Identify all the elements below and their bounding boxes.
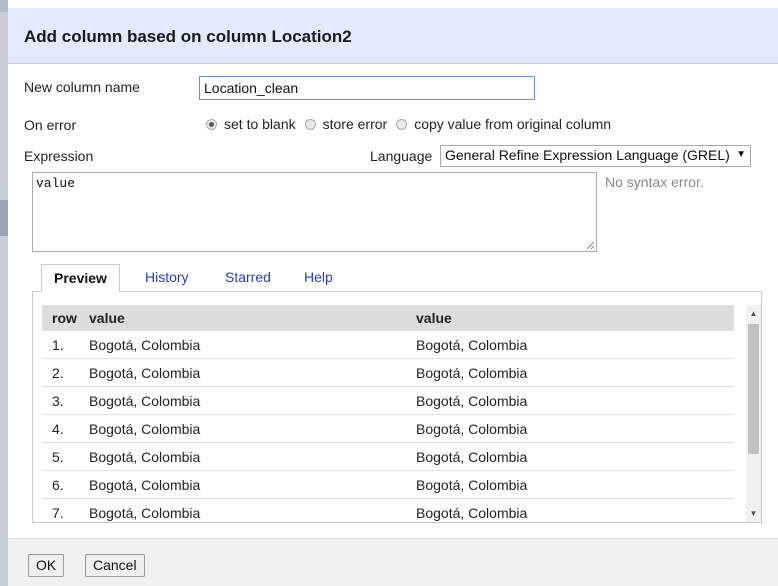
row-number: 4. bbox=[52, 421, 64, 437]
table-row: 5. Bogotá, Colombia Bogotá, Colombia bbox=[42, 443, 734, 471]
new-column-name-label: New column name bbox=[24, 79, 140, 95]
table-row: 6. Bogotá, Colombia Bogotá, Colombia bbox=[42, 471, 734, 499]
add-column-dialog: Add column based on column Location2 New… bbox=[8, 8, 778, 586]
row-number: 3. bbox=[52, 393, 64, 409]
on-error-copy-value-radio[interactable] bbox=[396, 118, 408, 130]
expression-tabs: Preview History Starred Help bbox=[32, 264, 762, 292]
column-header-value: value bbox=[89, 310, 125, 326]
column-header-row: row bbox=[52, 310, 77, 326]
scroll-down-icon[interactable]: ▼ bbox=[746, 505, 761, 522]
ok-button[interactable]: OK bbox=[28, 554, 65, 577]
tab-help[interactable]: Help bbox=[304, 264, 333, 292]
preview-table: row value value 1. Bogotá, Colombia Bogo… bbox=[42, 305, 734, 522]
on-error-radio-group: set to blank store error copy value from… bbox=[206, 116, 620, 132]
on-error-set-blank-radio[interactable] bbox=[206, 118, 217, 130]
original-value-cell: Bogotá, Colombia bbox=[89, 393, 201, 409]
row-number: 1. bbox=[52, 337, 64, 353]
column-header-new-value: value bbox=[416, 310, 452, 326]
original-value-cell: Bogotá, Colombia bbox=[89, 365, 201, 381]
original-value-cell: Bogotá, Colombia bbox=[89, 505, 201, 521]
table-row: 1. Bogotá, Colombia Bogotá, Colombia bbox=[42, 331, 734, 359]
background-window-edge bbox=[0, 0, 8, 586]
original-value-cell: Bogotá, Colombia bbox=[89, 449, 201, 465]
resize-grip-icon[interactable] bbox=[585, 240, 595, 250]
original-value-cell: Bogotá, Colombia bbox=[89, 337, 201, 353]
background-edge-mark bbox=[0, 200, 8, 236]
dialog-header[interactable]: Add column based on column Location2 bbox=[8, 8, 778, 64]
on-error-store-error-label[interactable]: store error bbox=[323, 116, 388, 132]
table-row: 7. Bogotá, Colombia Bogotá, Colombia bbox=[42, 499, 734, 522]
tab-preview[interactable]: Preview bbox=[41, 264, 120, 292]
tab-starred[interactable]: Starred bbox=[225, 264, 271, 292]
language-select[interactable]: General Refine Expression Language (GREL… bbox=[440, 145, 751, 167]
result-value-cell: Bogotá, Colombia bbox=[416, 449, 528, 465]
table-row: 2. Bogotá, Colombia Bogotá, Colombia bbox=[42, 359, 734, 387]
expression-label: Expression bbox=[24, 148, 94, 164]
language-select-value: General Refine Expression Language (GREL… bbox=[445, 147, 730, 163]
row-number: 5. bbox=[52, 449, 64, 465]
result-value-cell: Bogotá, Colombia bbox=[416, 365, 528, 381]
new-column-name-input[interactable] bbox=[199, 76, 535, 100]
preview-table-header: row value value bbox=[42, 305, 734, 331]
cancel-button[interactable]: Cancel bbox=[85, 554, 145, 577]
preview-panel: row value value 1. Bogotá, Colombia Bogo… bbox=[32, 291, 762, 523]
language-label: Language bbox=[370, 148, 433, 164]
result-value-cell: Bogotá, Colombia bbox=[416, 477, 528, 493]
result-value-cell: Bogotá, Colombia bbox=[416, 393, 528, 409]
result-value-cell: Bogotá, Colombia bbox=[416, 421, 528, 437]
row-number: 2. bbox=[52, 365, 64, 381]
table-row: 3. Bogotá, Colombia Bogotá, Colombia bbox=[42, 387, 734, 415]
dialog-footer: OK Cancel bbox=[8, 538, 778, 586]
syntax-status-text: No syntax error. bbox=[605, 174, 704, 190]
on-error-copy-value-label[interactable]: copy value from original column bbox=[414, 116, 611, 132]
result-value-cell: Bogotá, Colombia bbox=[416, 505, 528, 521]
result-value-cell: Bogotá, Colombia bbox=[416, 337, 528, 353]
expression-textarea[interactable]: value bbox=[32, 172, 597, 252]
on-error-store-error-radio[interactable] bbox=[304, 118, 316, 130]
dialog-title: Add column based on column Location2 bbox=[24, 27, 352, 46]
original-value-cell: Bogotá, Colombia bbox=[89, 421, 201, 437]
tab-history[interactable]: History bbox=[145, 264, 189, 292]
background-edge-mark bbox=[0, 0, 8, 12]
scroll-up-icon[interactable]: ▲ bbox=[746, 305, 761, 322]
original-value-cell: Bogotá, Colombia bbox=[89, 477, 201, 493]
dropdown-arrow-icon: ▼ bbox=[736, 149, 746, 160]
on-error-set-blank-label[interactable]: set to blank bbox=[224, 116, 296, 132]
row-number: 7. bbox=[52, 505, 64, 521]
scrollbar-thumb[interactable] bbox=[748, 324, 759, 454]
on-error-label: On error bbox=[24, 117, 77, 133]
preview-scrollbar[interactable]: ▲ ▼ bbox=[746, 305, 761, 522]
row-number: 6. bbox=[52, 477, 64, 493]
table-row: 4. Bogotá, Colombia Bogotá, Colombia bbox=[42, 415, 734, 443]
